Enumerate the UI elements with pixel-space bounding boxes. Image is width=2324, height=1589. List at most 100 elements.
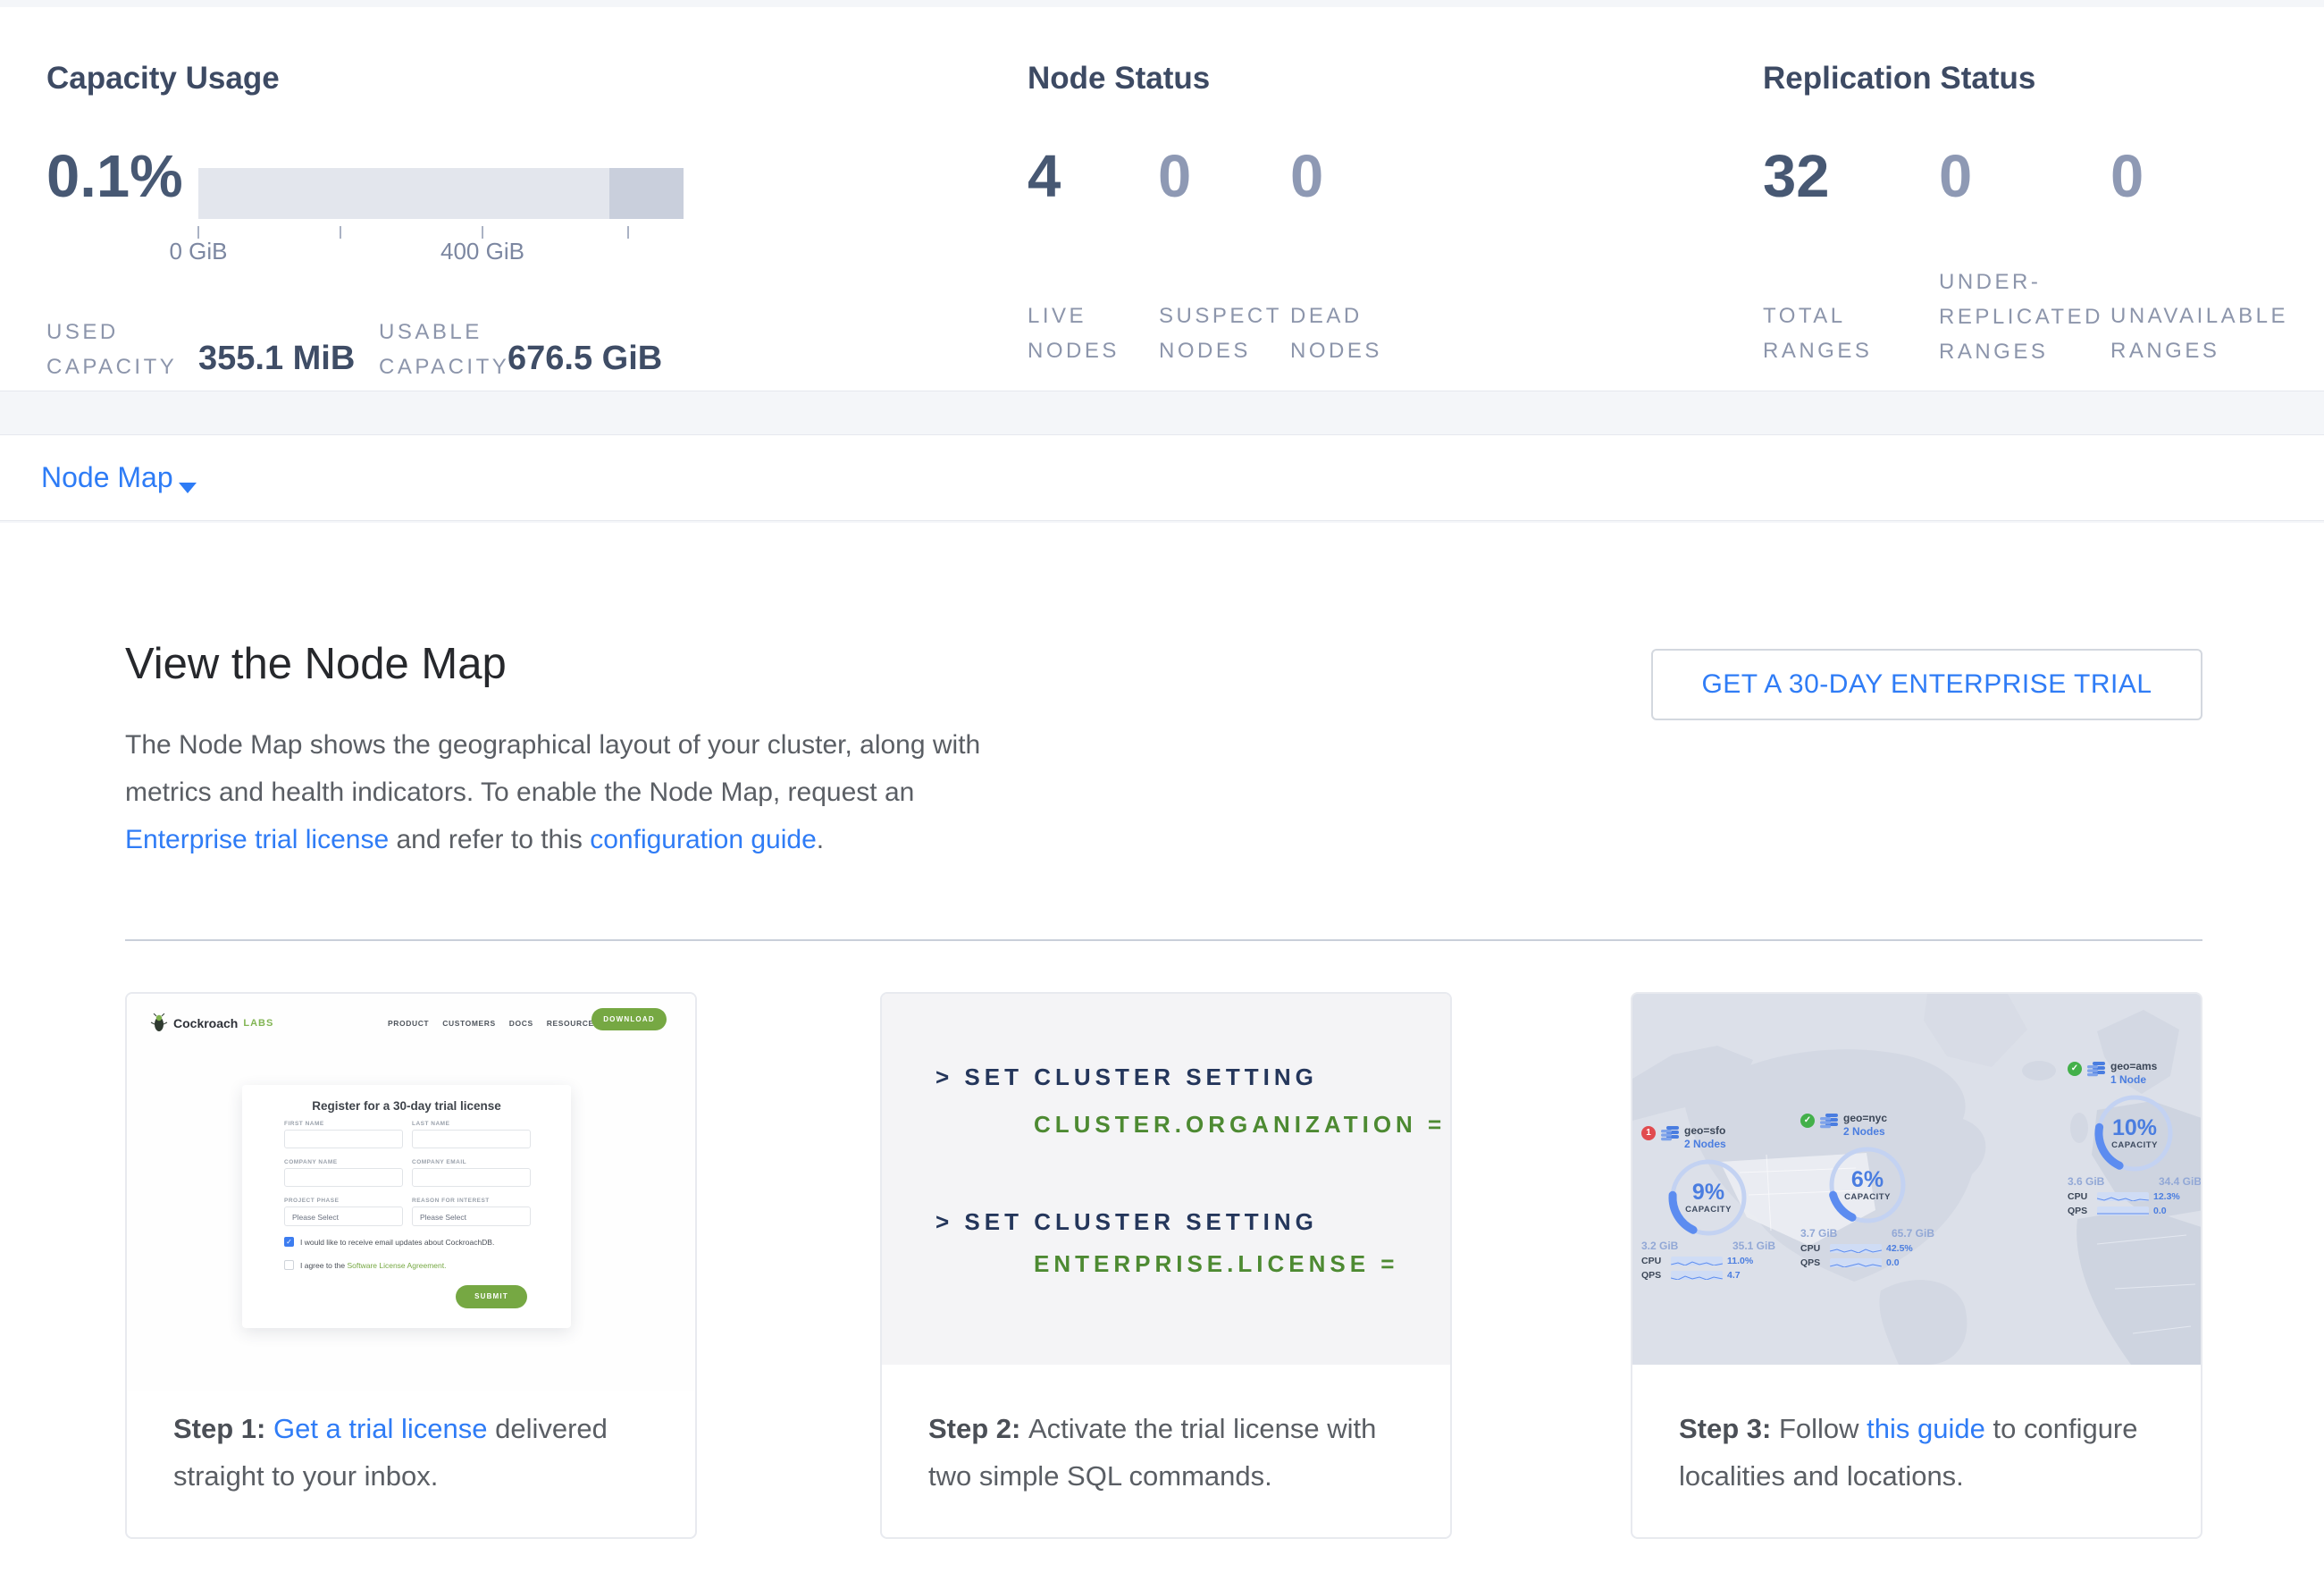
qps-label: QPS	[1800, 1257, 1825, 1268]
configuration-guide-link[interactable]: configuration guide	[590, 825, 817, 854]
sql-code-preview: > SET CLUSTER SETTING CLUSTER.ORGANIZATI…	[882, 994, 1450, 1365]
capacity-bar	[198, 168, 684, 219]
checkbox-checked-icon: ✓	[284, 1237, 294, 1247]
section-divider	[125, 939, 2202, 941]
logo-subtext: LABS	[243, 1018, 273, 1029]
company-email-input	[412, 1168, 531, 1187]
cluster-summary-panel: Capacity Usage 0.1% 0 GiB 400 GiB USED C…	[0, 7, 2324, 391]
used-gib: 3.6 GiB	[2068, 1175, 2104, 1188]
used-gib: 3.7 GiB	[1800, 1227, 1837, 1240]
capacity-axis-tick	[482, 226, 483, 239]
cpu-value: 42.5%	[1886, 1243, 1913, 1254]
capacity-label: CAPACITY	[1667, 1205, 1749, 1215]
license-agreement-checkbox-row: I agree to the Software License Agreemen…	[284, 1260, 447, 1270]
node-map-selector-label[interactable]: Node Map	[41, 435, 173, 520]
enterprise-trial-license-link[interactable]: Enterprise trial license	[125, 825, 389, 854]
capacity-donut: 10% CAPACITY	[2093, 1092, 2176, 1174]
chevron-down-icon[interactable]	[179, 483, 197, 493]
capacity-axis-tick	[627, 226, 629, 239]
field-label: FIRST NAME	[284, 1121, 324, 1127]
step2-label: Step 2:	[928, 1413, 1028, 1444]
step1-card: Cockroach LABS PRODUCT CUSTOMERS DOCS RE…	[125, 992, 697, 1539]
capacity-axis-tick	[340, 226, 341, 239]
capacity-percent: 6%	[1826, 1167, 1909, 1193]
used-capacity-label: USED CAPACITY	[46, 315, 177, 384]
last-name-input	[412, 1130, 531, 1148]
trial-license-form: Register for a 30-day trial license FIRS…	[242, 1085, 571, 1328]
locality-name: geo=sfo	[1684, 1124, 1726, 1138]
dead-nodes-count: 0	[1290, 147, 1323, 206]
node-status-title: Node Status	[1028, 61, 1210, 97]
sql-line: ENTERPRISE.LICENSE =	[1034, 1250, 1398, 1278]
qps-sparkline	[1830, 1258, 1882, 1267]
locality-node-count: 2 Nodes	[1684, 1138, 1726, 1151]
capacity-percent: 0.1%	[46, 147, 183, 206]
usable-capacity-label: USABLE CAPACITY	[379, 315, 509, 384]
logo-text: Cockroach	[173, 1016, 238, 1030]
replication-status-title: Replication Status	[1763, 61, 2035, 97]
capacity-donut: 6% CAPACITY	[1826, 1144, 1909, 1226]
cockroach-labs-logo: Cockroach LABS	[150, 1013, 273, 1033]
total-gib: 65.7 GiB	[1892, 1227, 1934, 1240]
this-guide-link[interactable]: this guide	[1867, 1413, 1985, 1444]
locality-node-count: 2 Nodes	[1843, 1125, 1887, 1139]
nav-item: CUSTOMERS	[442, 1019, 496, 1028]
suspect-nodes-count: 0	[1158, 147, 1191, 206]
capacity-axis-label-400: 400 GiB	[420, 238, 545, 265]
capacity-donut: 9% CAPACITY	[1667, 1156, 1749, 1239]
capacity-percent: 10%	[2093, 1115, 2176, 1141]
locality-name: geo=nyc	[1843, 1112, 1887, 1125]
field-label: REASON FOR INTEREST	[412, 1198, 490, 1204]
field-label: PROJECT PHASE	[284, 1198, 339, 1204]
description-text: The Node Map shows the geographical layo…	[125, 730, 980, 807]
locality-marker-sfo: 1 geo=sfo 2 Nodes 9%	[1641, 1124, 1775, 1281]
database-icon	[1659, 1124, 1681, 1144]
unavailable-ranges-label: UNAVAILABLE RANGES	[2110, 298, 2288, 368]
cpu-sparkline	[1830, 1244, 1882, 1253]
locality-name: geo=ams	[2110, 1060, 2157, 1073]
capacity-percent: 9%	[1667, 1180, 1749, 1206]
total-ranges-label: TOTAL RANGES	[1763, 298, 1872, 368]
description-text: and refer to this	[389, 825, 590, 854]
checkbox-label: I agree to the Software License Agreemen…	[300, 1261, 447, 1270]
get-trial-license-link[interactable]: Get a trial license	[273, 1413, 488, 1444]
cpu-value: 12.3%	[2153, 1191, 2180, 1202]
nav-item: PRODUCT	[388, 1019, 429, 1028]
used-capacity-value: 355.1 MiB	[198, 340, 355, 378]
qps-label: QPS	[2068, 1206, 2093, 1216]
under-replicated-ranges-label: UNDER- REPLICATED RANGES	[1939, 265, 2103, 369]
locality-marker-ams: ✓ geo=ams 1 Node 10%	[2068, 1060, 2201, 1216]
used-gib: 3.2 GiB	[1641, 1240, 1678, 1252]
check-badge-icon: ✓	[1800, 1114, 1815, 1128]
qps-sparkline	[2097, 1206, 2149, 1215]
checkbox-label: I would like to receive email updates ab…	[300, 1238, 494, 1247]
step3-text: Follow	[1779, 1413, 1867, 1444]
step3-caption: Step 3: Follow this guide to configure l…	[1679, 1405, 2169, 1500]
node-map-view-selector[interactable]: Node Map	[0, 434, 2324, 521]
cockroach-logo-icon	[150, 1013, 168, 1033]
capacity-axis-tick	[197, 226, 199, 239]
capacity-usage-title: Capacity Usage	[46, 61, 280, 97]
alert-badge-icon: 1	[1641, 1126, 1656, 1140]
qps-value: 4.7	[1727, 1270, 1741, 1281]
capacity-axis-label-0: 0 GiB	[136, 238, 261, 265]
step3-card: 1 geo=sfo 2 Nodes 9%	[1631, 992, 2202, 1539]
cpu-label: CPU	[2068, 1191, 2093, 1202]
node-map-preview: 1 geo=sfo 2 Nodes 9%	[1632, 994, 2201, 1365]
nav-item: DOCS	[509, 1019, 533, 1028]
first-name-input	[284, 1130, 403, 1148]
step1-caption: Step 1: Get a trial license delivered st…	[173, 1405, 663, 1500]
cpu-sparkline	[2097, 1192, 2149, 1201]
field-label: LAST NAME	[412, 1121, 449, 1127]
node-map-description: The Node Map shows the geographical layo…	[125, 721, 983, 863]
unavailable-ranges-count: 0	[2110, 147, 2144, 206]
check-badge-icon: ✓	[2068, 1062, 2082, 1076]
capacity-label: CAPACITY	[2093, 1140, 2176, 1150]
get-enterprise-trial-button[interactable]: GET A 30-DAY ENTERPRISE TRIAL	[1651, 649, 2202, 720]
page-title: View the Node Map	[125, 639, 507, 689]
form-title: Register for a 30-day trial license	[242, 1099, 571, 1113]
reason-select: Please Select	[412, 1206, 531, 1226]
capacity-bar-nonusable-segment	[609, 168, 684, 219]
total-gib: 34.4 GiB	[2159, 1175, 2201, 1188]
description-text: .	[817, 825, 824, 854]
